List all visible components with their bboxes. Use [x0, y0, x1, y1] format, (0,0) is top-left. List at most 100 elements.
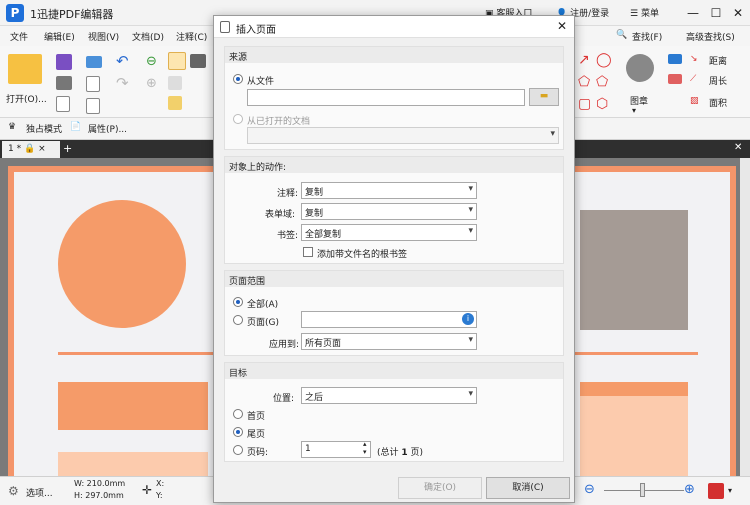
print-icon[interactable]: [56, 76, 72, 90]
new-tab-icon[interactable]: +: [63, 142, 72, 155]
zoom-slider-handle[interactable]: [640, 483, 645, 497]
camera-icon[interactable]: [190, 54, 206, 68]
properties-icon[interactable]: 📄: [70, 122, 81, 132]
info-icon[interactable]: i: [462, 313, 474, 325]
arrow-line-icon[interactable]: ↗: [578, 52, 590, 68]
insert-page-dialog: 插入页面 ✕ 来源 从文件 ▬ 从已打开的文档 对象上的动作: 注释: 复制 表…: [213, 15, 575, 503]
menu-file[interactable]: 文件: [10, 30, 28, 43]
position-select[interactable]: 之后: [301, 387, 477, 404]
eraser-red-icon[interactable]: [668, 74, 682, 84]
menu-edit[interactable]: 编辑(E): [44, 30, 75, 43]
gear-icon[interactable]: ⚙: [8, 484, 19, 498]
open-label[interactable]: 打开(O)...: [6, 92, 47, 105]
tab-close-icon[interactable]: ×: [38, 144, 46, 154]
hexagon-shape-icon[interactable]: ⬡: [596, 96, 608, 112]
tab-label: 1 *: [8, 144, 22, 154]
page-gray-box: [580, 210, 688, 330]
apply-to-label: 应用到:: [269, 340, 300, 350]
undo-icon[interactable]: ↶: [116, 52, 129, 70]
page-icon[interactable]: [86, 76, 100, 92]
new-doc-icon[interactable]: [56, 96, 70, 112]
bookmarks-select[interactable]: 全部复制: [301, 224, 477, 241]
bookmarks-label: 书签:: [277, 231, 299, 241]
annotations-select[interactable]: 复制: [301, 182, 477, 199]
total-prefix: (总计: [377, 448, 399, 458]
cancel-button[interactable]: 取消(C): [486, 477, 570, 499]
distance-icon[interactable]: ↘: [690, 54, 698, 64]
page-orange-block: [58, 382, 208, 430]
close-icon[interactable]: ✕: [729, 4, 747, 22]
save-icon[interactable]: [56, 54, 72, 70]
last-page-label: 尾页: [247, 430, 266, 440]
add-bookmark-checkbox[interactable]: [303, 247, 313, 257]
back-icon[interactable]: ⊖: [146, 54, 157, 69]
menu-button[interactable]: ☰ 菜单: [630, 6, 659, 19]
close-tab-icon[interactable]: ✕: [734, 142, 742, 153]
exclusive-mode-label[interactable]: 独占模式: [26, 122, 62, 135]
area-label[interactable]: 面积: [709, 96, 727, 109]
options-button[interactable]: 选项...: [26, 486, 53, 499]
circle-shape-icon[interactable]: ◯: [596, 52, 612, 68]
from-open-doc-radio[interactable]: [233, 114, 243, 124]
maximize-icon[interactable]: ☐: [707, 4, 725, 22]
forms-label: 表单域:: [265, 210, 296, 220]
ok-button[interactable]: 确定(O): [398, 477, 482, 499]
actions-header: 对象上的动作:: [225, 157, 563, 173]
page-number-radio[interactable]: [233, 445, 243, 455]
from-file-radio[interactable]: [233, 74, 243, 84]
cloud-icon[interactable]: [86, 56, 102, 68]
source-header: 来源: [225, 47, 563, 63]
area-icon[interactable]: ▨: [690, 96, 699, 106]
menu-comment[interactable]: 注释(C): [176, 30, 207, 43]
browse-folder-icon[interactable]: ▬: [529, 88, 559, 106]
app-logo: P: [6, 4, 24, 22]
search-icon[interactable]: 🔍: [616, 30, 627, 40]
total-pages-label: (总计 1 页): [377, 445, 423, 458]
page-number-label: 页码:: [247, 448, 269, 458]
open-doc-select[interactable]: [247, 127, 559, 144]
polygon-shape-icon[interactable]: ⬠: [578, 74, 590, 90]
advanced-find-label[interactable]: 高级查找(S): [686, 30, 735, 43]
page-number-input[interactable]: 1: [301, 441, 371, 458]
pages-radio[interactable]: [233, 315, 243, 325]
vertical-scrollbar[interactable]: [740, 158, 750, 476]
last-page-radio[interactable]: [233, 427, 243, 437]
open-folder-icon[interactable]: [8, 54, 42, 84]
stamp-icon[interactable]: [626, 54, 654, 82]
hand-tool-icon[interactable]: [168, 52, 186, 70]
file-path-input[interactable]: [247, 89, 525, 106]
perimeter-icon[interactable]: ⟋: [690, 74, 696, 84]
pentagon-shape-icon[interactable]: ⬠: [596, 74, 608, 90]
select-text-icon[interactable]: [168, 76, 182, 90]
first-page-label: 首页: [247, 412, 266, 422]
dialog-close-icon[interactable]: ✕: [557, 19, 567, 33]
distance-label[interactable]: 距离: [709, 54, 727, 67]
all-pages-label: 全部(A): [247, 300, 279, 310]
minimize-icon[interactable]: —: [684, 4, 702, 22]
forward-icon[interactable]: ⊕: [146, 76, 157, 91]
page-circle: [58, 200, 186, 328]
chevron-down-icon[interactable]: ▾: [632, 106, 636, 115]
pdf-icon[interactable]: [708, 483, 724, 499]
forms-select[interactable]: 复制: [301, 203, 477, 220]
pages-input[interactable]: [301, 311, 477, 328]
tab-document-1[interactable]: 1 * 🔒 ×: [2, 141, 60, 158]
chevron-down-icon[interactable]: ▾: [728, 486, 732, 495]
zoom-in-icon[interactable]: ⊕: [684, 482, 695, 497]
eraser-icon[interactable]: [668, 54, 682, 64]
page-number-spinner[interactable]: ▴ ▾: [363, 440, 367, 456]
perimeter-label[interactable]: 周长: [709, 74, 727, 87]
menu-document[interactable]: 文档(D): [132, 30, 164, 43]
properties-label[interactable]: 属性(P)...: [88, 122, 127, 135]
doc-icon[interactable]: [86, 98, 100, 114]
zoom-out-icon[interactable]: ⊖: [584, 482, 595, 497]
exclusive-mode-icon[interactable]: ♛: [8, 122, 16, 132]
first-page-radio[interactable]: [233, 409, 243, 419]
find-label[interactable]: 查找(F): [632, 30, 662, 43]
apply-to-select[interactable]: 所有页面: [301, 333, 477, 350]
zoom-icon[interactable]: [168, 96, 182, 110]
redo-icon[interactable]: ↷: [116, 74, 129, 92]
menu-view[interactable]: 视图(V): [88, 30, 119, 43]
square-shape-icon[interactable]: ▢: [578, 96, 591, 112]
all-pages-radio[interactable]: [233, 297, 243, 307]
